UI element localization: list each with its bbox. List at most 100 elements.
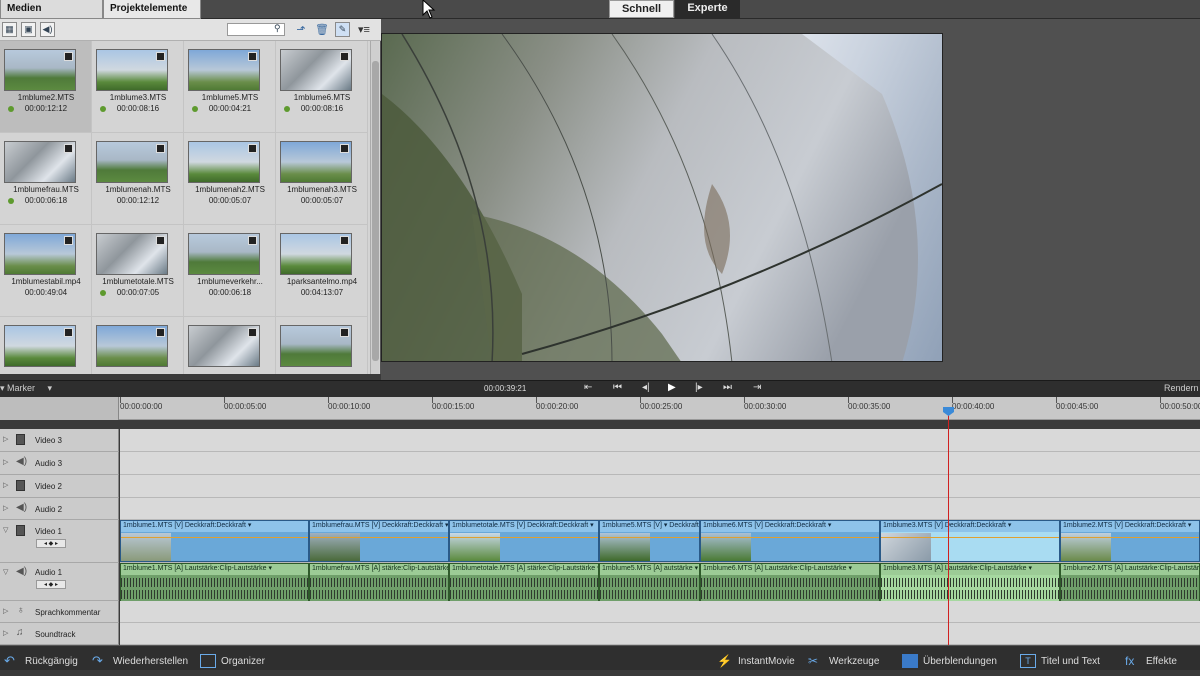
undo-button[interactable]: ↶ Rückgängig (4, 648, 78, 670)
filter-image-icon[interactable]: ▣ (21, 22, 36, 37)
add-media-menu[interactable]: Medien hinzufügen ▾ (0, 0, 103, 31)
video-clip[interactable]: 1mblumetotale.MTS [V] Deckkraft:Deckkraf… (449, 520, 599, 562)
expand-track-icon[interactable]: ▷ (3, 607, 8, 615)
tools-button[interactable]: ✂ Werkzeuge (808, 648, 879, 670)
opacity-rubberband[interactable] (600, 537, 699, 538)
media-thumbnail (96, 141, 168, 183)
keyframe-nav-control[interactable]: ◂ ◆ ▸ (36, 539, 66, 548)
mode-quick-button[interactable]: Schnell (609, 0, 674, 18)
organizer-button[interactable]: Organizer (200, 648, 265, 670)
play-icon[interactable]: ▶ (668, 382, 676, 393)
effects-button[interactable]: fx Effekte (1125, 648, 1177, 670)
pin-icon[interactable]: ✎ (335, 22, 350, 37)
delete-icon[interactable]: 🗑 (315, 23, 329, 37)
video-clip[interactable]: 1mblume3.MTS [V] Deckkraft:Deckkraft ▾ (880, 520, 1060, 562)
filter-audio-icon[interactable]: ◀) (40, 22, 55, 37)
video-preview-monitor[interactable] (381, 33, 943, 362)
titles-button[interactable]: T Titel und Text (1020, 648, 1100, 670)
redo-button[interactable]: ↷ Wiederherstellen (92, 648, 188, 670)
track-narration[interactable] (120, 601, 1200, 623)
video-clip[interactable]: 1mblume5.MTS [V] ▾ Deckkraft:Deckkraft ▾ (599, 520, 700, 562)
track-audio3[interactable] (120, 452, 1200, 475)
opacity-rubberband[interactable] (701, 537, 879, 538)
mode-expert-button[interactable]: Experte (675, 0, 740, 18)
render-button[interactable]: Rendern (1164, 383, 1199, 393)
step-forward-icon[interactable]: |▸ (695, 382, 703, 393)
previous-edit-icon[interactable]: ⏮ (613, 382, 622, 393)
track-soundtrack[interactable] (120, 623, 1200, 645)
new-folder-icon[interactable]: ⬏ (294, 23, 308, 37)
audio-clip[interactable]: 1mblume6.MTS [A] Lautstärke:Clip-Lautstä… (700, 563, 880, 603)
track-header-video3[interactable]: ▷ Video 3 (0, 429, 119, 452)
audio-clip[interactable]: 1mblume2.MTS [A] Lautstärke:Clip-Lautstä… (1060, 563, 1200, 603)
media-item[interactable]: 1parksantelmo.mp4 00:04:13:07 (276, 225, 368, 317)
media-scrollbar[interactable] (370, 41, 379, 374)
step-back-icon[interactable]: ◂| (642, 382, 650, 393)
keyframe-nav-control[interactable]: ◂ ◆ ▸ (36, 580, 66, 589)
track-header-video2[interactable]: ▷ Video 2 (0, 475, 119, 498)
go-to-end-icon[interactable]: ⇥ (753, 382, 761, 393)
media-item[interactable]: 1mblume6.MTS 00:00:08:16 (276, 41, 368, 133)
media-item[interactable]: 1mblume3.MTS 00:00:08:16 (92, 41, 184, 133)
list-options-icon[interactable]: ▾≡ (357, 23, 371, 37)
audio-clip[interactable]: 1mblume1.MTS [A] Lautstärke:Clip-Lautstä… (120, 563, 309, 603)
audio-clip[interactable]: 1mblumefrau.MTS [A] stärke:Clip-Lautstär… (309, 563, 449, 603)
video-clip[interactable]: 1mblume2.MTS [V] Deckkraft:Deckkraft ▾ (1060, 520, 1200, 562)
track-header-soundtrack[interactable]: ▷ ♫ Soundtrack (0, 623, 119, 645)
video-clip[interactable]: 1mblume1.MTS [V] Deckkraft:Deckkraft ▾ (120, 520, 309, 562)
media-item[interactable] (184, 317, 276, 374)
media-item[interactable] (92, 317, 184, 374)
track-header-video1[interactable]: ▽ Video 1 ◂ ◆ ▸ (0, 520, 119, 563)
media-item[interactable]: 1mblumenah3.MTS 00:00:05:07 (276, 133, 368, 225)
collapse-track-icon[interactable]: ▽ (3, 568, 8, 576)
track-header-audio3[interactable]: ▷ ◀) Audio 3 (0, 452, 119, 475)
opacity-rubberband[interactable] (881, 537, 1059, 538)
media-item[interactable]: 1mblumeverkehr... 00:00:06:18 (184, 225, 276, 317)
media-item[interactable]: 1mblumestabil.mp4 00:00:49:04 (0, 225, 92, 317)
media-item[interactable]: 1mblume5.MTS 00:00:04:21 (184, 41, 276, 133)
playhead-line[interactable] (948, 408, 949, 645)
expand-track-icon[interactable]: ▷ (3, 481, 8, 489)
track-header-audio1[interactable]: ▽ ◀) Audio 1 ◂ ◆ ▸ (0, 563, 119, 601)
media-item[interactable]: 1mblumenah.MTS 00:00:12:12 (92, 133, 184, 225)
media-item[interactable] (0, 317, 92, 374)
filter-video-icon[interactable]: ▦ (2, 22, 17, 37)
media-item[interactable]: 1mblumenah2.MTS 00:00:05:07 (184, 133, 276, 225)
marker-menu[interactable]: ▾ Marker ▾ (0, 383, 52, 394)
track-audio1[interactable]: 1mblume1.MTS [A] Lautstärke:Clip-Lautstä… (120, 563, 1200, 603)
track-audio2[interactable] (120, 498, 1200, 520)
transitions-button[interactable]: Überblendungen (902, 648, 997, 670)
opacity-rubberband[interactable] (121, 537, 308, 538)
audio-clip[interactable]: 1mblume5.MTS [A] autstärke ▾ (599, 563, 700, 603)
video-clip[interactable]: 1mblumefrau.MTS [V] Deckkraft:Deckkraft … (309, 520, 449, 562)
track-video3[interactable] (120, 429, 1200, 452)
next-edit-icon[interactable]: ⏭ (723, 382, 732, 393)
opacity-rubberband[interactable] (450, 537, 598, 538)
opacity-rubberband[interactable] (310, 537, 448, 538)
film-icon (156, 328, 165, 337)
opacity-rubberband[interactable] (1061, 537, 1199, 538)
expand-track-icon[interactable]: ▷ (3, 435, 8, 443)
expand-track-icon[interactable]: ▷ (3, 504, 8, 512)
track-video1[interactable]: 1mblume1.MTS [V] Deckkraft:Deckkraft ▾ 1m… (120, 520, 1200, 563)
audio-clip[interactable]: 1mblume3.MTS [A] Lautstärke:Clip-Lautstä… (880, 563, 1060, 603)
collapse-track-icon[interactable]: ▽ (3, 526, 8, 534)
instant-movie-icon: ⚡ (717, 654, 732, 668)
media-item[interactable]: 1mblume2.MTS 00:00:12:12 (0, 41, 92, 133)
expand-track-icon[interactable]: ▷ (3, 458, 8, 466)
track-video2[interactable] (120, 475, 1200, 498)
track-header-audio2[interactable]: ▷ ◀) Audio 2 (0, 498, 119, 520)
expand-track-icon[interactable]: ▷ (3, 629, 8, 637)
project-assets-menu[interactable]: Projektelemente ▾ (103, 0, 201, 31)
track-header-narration[interactable]: ▷ ♁ Sprachkommentar (0, 601, 119, 623)
scrollbar-thumb[interactable] (372, 61, 379, 361)
go-to-start-icon[interactable]: ⇤ (584, 382, 592, 393)
current-timecode[interactable]: 00:00:39:21 (484, 384, 526, 393)
video-clip[interactable]: 1mblume6.MTS [V] Deckkraft:Deckkraft ▾ (700, 520, 880, 562)
timeline-ruler[interactable]: 00:00:00:00 00:00:05:00 00:00:10:00 00:00:1… (0, 397, 1200, 420)
media-item[interactable]: 1mblumefrau.MTS 00:00:06:18 (0, 133, 92, 225)
audio-clip[interactable]: 1mblumetotale.MTS [A] stärke:Clip-Lautst… (449, 563, 599, 603)
media-item[interactable] (276, 317, 368, 374)
media-item[interactable]: 1mblumetotale.MTS 00:00:07:05 (92, 225, 184, 317)
instant-movie-button[interactable]: ⚡ InstantMovie (717, 648, 795, 670)
